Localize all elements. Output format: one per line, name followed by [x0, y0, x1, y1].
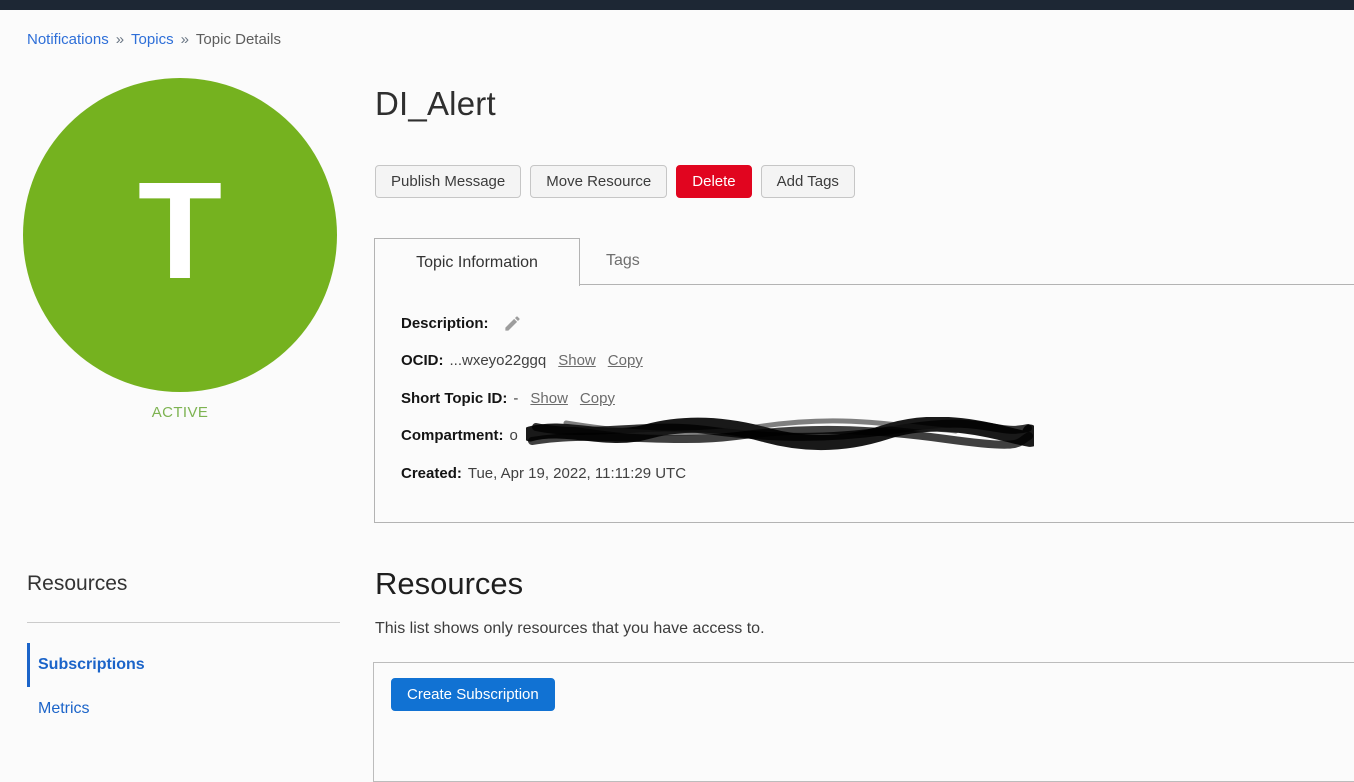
sidebar-item-subscriptions[interactable]: Subscriptions	[27, 643, 340, 687]
ocid-value: ...wxeyo22ggq	[449, 352, 547, 369]
ocid-field: OCID: ...wxeyo22ggq Show Copy	[401, 352, 1341, 370]
breadcrumb-separator: »	[115, 31, 125, 48]
sidebar-item-metrics[interactable]: Metrics	[27, 687, 340, 731]
status-badge: ACTIVE	[151, 404, 209, 421]
delete-button[interactable]: Delete	[676, 165, 752, 198]
create-subscription-button[interactable]: Create Subscription	[391, 678, 555, 711]
short-topic-id-value: -	[513, 389, 519, 407]
resources-section-description: This list shows only resources that you …	[375, 620, 765, 637]
ocid-copy-link[interactable]: Copy	[608, 352, 643, 369]
resources-section-heading: Resources	[375, 566, 524, 601]
description-field: Description:	[401, 314, 1341, 332]
publish-message-button[interactable]: Publish Message	[375, 165, 522, 198]
breadcrumb-separator: »	[180, 31, 189, 48]
ocid-show-link[interactable]: Show	[558, 352, 596, 369]
breadcrumb: Notifications » Topics » Topic Details	[27, 31, 281, 48]
sidebar-item-label: Metrics	[38, 700, 90, 717]
created-field: Created: Tue, Apr 19, 2022, 11:11:29 UTC	[401, 464, 1341, 482]
breadcrumb-link-topics[interactable]: Topics	[131, 31, 174, 48]
tabstrip-bottom-border	[580, 284, 1354, 285]
compartment-label: Compartment:	[401, 427, 504, 444]
sidebar-divider	[27, 622, 340, 623]
move-resource-button[interactable]: Move Resource	[530, 165, 668, 198]
topic-information-fields: Description: OCID: ...wxeyo22ggq Show Co…	[401, 314, 1341, 502]
short-topic-id-copy-link[interactable]: Copy	[580, 390, 615, 407]
edit-pencil-icon[interactable]	[503, 314, 522, 333]
add-tags-button[interactable]: Add Tags	[760, 165, 855, 198]
short-topic-id-field: Short Topic ID: - Show Copy	[401, 389, 1341, 407]
action-button-row: Publish Message Move Resource Delete Add…	[375, 165, 855, 198]
sidebar-resources-heading: Resources	[27, 572, 128, 595]
info-panel-left-border	[374, 285, 375, 522]
sidebar-item-label: Subscriptions	[38, 656, 145, 673]
page-title: DI_Alert	[375, 85, 496, 122]
top-navigation-bar	[0, 0, 1354, 10]
short-topic-id-label: Short Topic ID:	[401, 389, 508, 407]
compartment-redaction-scribble	[522, 416, 1039, 455]
created-value: Tue, Apr 19, 2022, 11:11:29 UTC	[467, 464, 687, 482]
subscriptions-panel: Create Subscription	[373, 662, 1354, 782]
compartment-value-fragment: o	[509, 427, 518, 444]
compartment-field: Compartment: o	[401, 416, 1341, 450]
description-label: Description:	[401, 314, 489, 332]
topic-avatar-letter: T	[137, 154, 223, 308]
ocid-label: OCID:	[401, 352, 444, 369]
tab-topic-information[interactable]: Topic Information	[374, 238, 580, 286]
breadcrumb-current-topic-details: Topic Details	[195, 31, 281, 48]
short-topic-id-show-link[interactable]: Show	[530, 390, 568, 407]
topic-avatar: T	[23, 78, 337, 392]
breadcrumb-link-notifications[interactable]: Notifications	[27, 31, 109, 48]
tab-tags[interactable]: Tags	[580, 238, 666, 284]
info-panel-bottom-border	[374, 522, 1354, 523]
created-label: Created:	[401, 464, 462, 482]
